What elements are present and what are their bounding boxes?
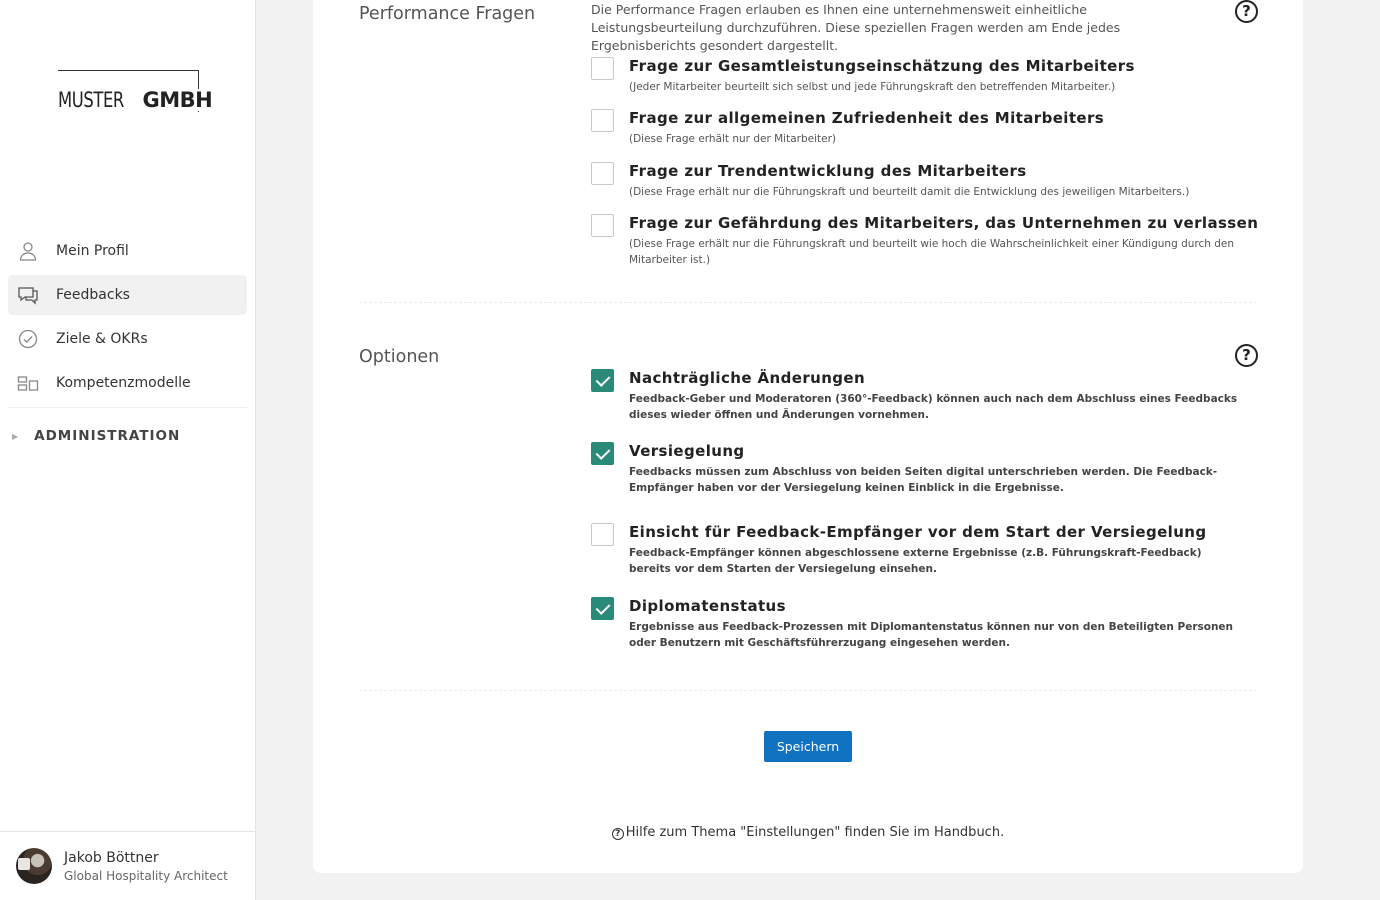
sidebar-item-label: Feedbacks (56, 287, 130, 303)
checkbox[interactable] (591, 442, 614, 465)
sidebar: MUSTER GMBH Mein Profil Feedbacks Ziele &… (0, 0, 256, 900)
checkbox[interactable] (591, 109, 614, 132)
handbook-help-text: Hilfe zum Thema "Einstellungen" finden S… (625, 825, 1005, 840)
sidebar-nav: Mein Profil Feedbacks Ziele & OKRs Kompe… (8, 231, 247, 407)
option-subtitle: (Diese Frage erhält nur die Führungskraf… (629, 186, 1190, 198)
performance-description: Die Performance Fragen erlauben es Ihnen… (591, 2, 1121, 53)
sidebar-item-kompetenzmodelle[interactable]: Kompetenzmodelle (8, 363, 247, 403)
checkbox[interactable] (591, 57, 614, 80)
option-title: Frage zur allgemeinen Zufriedenheit des … (629, 109, 1105, 127)
option-subtitle: (Diese Frage erhält nur die Führungskraf… (629, 238, 1235, 266)
caret-right-icon: ▶ (12, 431, 19, 441)
help-icon: ? (611, 828, 624, 840)
divider (8, 407, 247, 408)
checkbox[interactable] (591, 369, 614, 392)
handbook-help[interactable]: ? Hilfe zum Thema "Einstellungen" finden … (313, 825, 1303, 840)
company-logo[interactable]: MUSTER GMBH (58, 70, 215, 113)
option-title: Frage zur Trendentwicklung des Mitarbeit… (629, 162, 1027, 180)
user-name: Jakob Böttner (64, 850, 159, 866)
option-title: Einsicht für Feedback-Empfänger vor dem … (629, 523, 1207, 541)
section-divider (359, 302, 1257, 303)
option-subtitle: (Jeder Mitarbeiter beurteilt sich selbst… (629, 81, 1116, 93)
option-title: Frage zur Gesamtleistungseinschätzung de… (629, 57, 1135, 75)
section-divider (359, 690, 1257, 691)
settings-card: Performance Fragen ? Die Performance Fra… (313, 0, 1303, 873)
sidebar-item-label: Mein Profil (56, 243, 129, 259)
checkbox[interactable] (591, 523, 614, 546)
help-icon[interactable]: ? (1235, 0, 1258, 23)
option-subtitle: (Diese Frage erhält nur der Mitarbeiter) (629, 133, 836, 145)
option-title: Diplomatenstatus (629, 597, 786, 615)
sidebar-item-ziele-okrs[interactable]: Ziele & OKRs (8, 319, 247, 359)
option-title: Nachträgliche Änderungen (629, 369, 866, 387)
user-profile[interactable]: Jakob Böttner Global Hospitality Archite… (0, 831, 255, 900)
section-title-optionen: Optionen (359, 347, 440, 367)
blocks-icon (17, 372, 39, 394)
sidebar-item-label: Ziele & OKRs (56, 331, 148, 347)
checkbox[interactable] (591, 597, 614, 620)
user-icon (17, 240, 39, 262)
chat-bubbles-icon (17, 284, 39, 306)
sidebar-item-feedbacks[interactable]: Feedbacks (8, 275, 247, 315)
option-title: Versiegelung (629, 442, 745, 460)
option-subtitle: Ergebnisse aus Feedback-Prozessen mit Di… (629, 621, 1234, 649)
option-subtitle: Feedbacks müssen zum Abschluss von beide… (629, 466, 1218, 494)
avatar (16, 848, 52, 884)
save-button[interactable]: Speichern (764, 731, 852, 762)
section-title-performance: Performance Fragen (359, 4, 536, 24)
option-title: Frage zur Gefährdung des Mitarbeiters, d… (629, 214, 1259, 232)
logo-text-bold: GMBH (142, 88, 213, 112)
help-icon[interactable]: ? (1235, 344, 1258, 367)
checkbox[interactable] (591, 162, 614, 185)
administration-toggle[interactable]: ▶ ADMINISTRATION (12, 428, 180, 444)
check-circle-icon (17, 328, 39, 350)
administration-label: ADMINISTRATION (34, 428, 181, 444)
logo-text-thin: MUSTER (58, 88, 124, 112)
user-role: Global Hospitality Architect (64, 869, 228, 883)
option-subtitle: Feedback-Empfänger können abgeschlossene… (629, 547, 1202, 575)
option-subtitle: Feedback-Geber und Moderatoren (360°-Fee… (629, 393, 1238, 421)
checkbox[interactable] (591, 214, 614, 237)
sidebar-item-label: Kompetenzmodelle (56, 375, 191, 391)
sidebar-item-mein-profil[interactable]: Mein Profil (8, 231, 247, 271)
